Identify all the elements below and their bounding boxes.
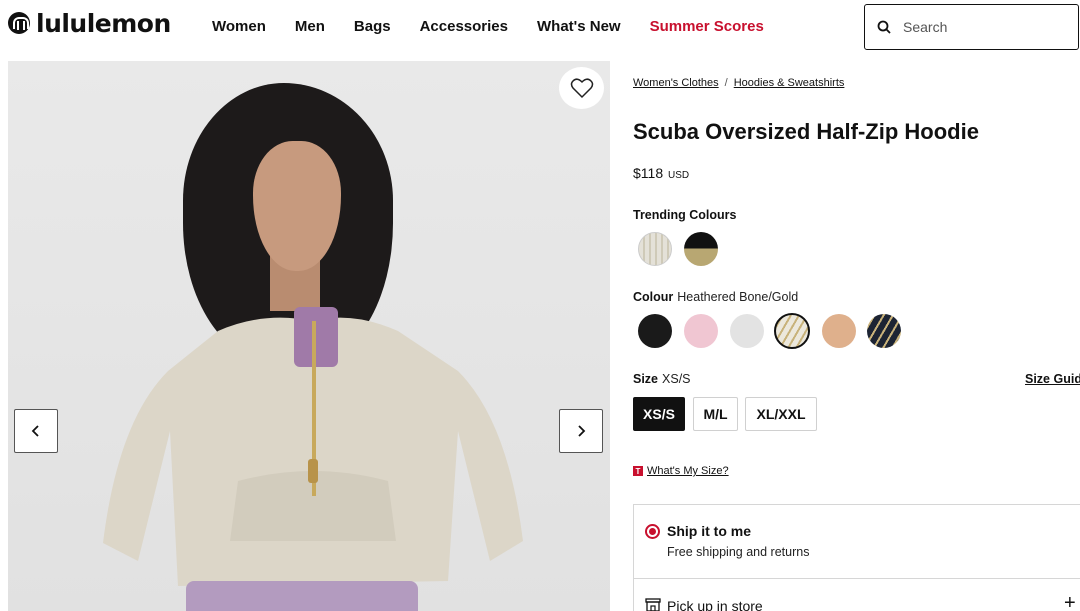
colour-swatch-navy[interactable] xyxy=(867,314,901,348)
heart-icon xyxy=(570,78,593,99)
search-input[interactable] xyxy=(903,19,1063,35)
nav-accessories[interactable]: Accessories xyxy=(420,18,508,35)
lululemon-logo-icon xyxy=(8,12,30,34)
wishlist-button[interactable] xyxy=(559,67,604,109)
next-image-button[interactable] xyxy=(559,409,603,453)
nav-women[interactable]: Women xyxy=(212,18,266,35)
whats-my-size: T What's My Size? xyxy=(633,465,729,477)
colour-swatch-grey[interactable] xyxy=(730,314,764,348)
colour-swatch-black[interactable] xyxy=(638,314,672,348)
size-guide-link[interactable]: Size Guid xyxy=(1025,372,1080,386)
pickup-option[interactable]: Pick up in store + xyxy=(633,578,1080,611)
trending-colours-label: Trending Colours xyxy=(633,208,737,222)
size-xs-s-button[interactable]: XS/S xyxy=(633,397,685,431)
size-value: XS/S xyxy=(662,372,691,386)
colour-swatch-tan[interactable] xyxy=(822,314,856,348)
ship-title: Ship it to me xyxy=(667,523,751,539)
search-box[interactable] xyxy=(864,4,1079,50)
nav-bags[interactable]: Bags xyxy=(354,18,391,35)
breadcrumb-womens-clothes[interactable]: Women's Clothes xyxy=(633,77,719,89)
pickup-title: Pick up in store xyxy=(667,598,763,611)
size-label: Size XS/S xyxy=(633,372,691,386)
size-m-l-button[interactable]: M/L xyxy=(693,397,738,431)
trending-swatch[interactable] xyxy=(684,232,718,266)
chevron-left-icon xyxy=(31,425,39,437)
logo[interactable]: lululemon xyxy=(8,8,171,38)
product-image xyxy=(8,61,610,611)
breadcrumb: Women's Clothes / Hoodies & Sweatshirts xyxy=(633,77,845,89)
size-tool-icon: T xyxy=(633,466,643,476)
breadcrumb-hoodies[interactable]: Hoodies & Sweatshirts xyxy=(734,77,845,89)
whats-my-size-link[interactable]: What's My Size? xyxy=(647,465,729,477)
chevron-right-icon xyxy=(578,425,586,437)
nav-whats-new[interactable]: What's New xyxy=(537,18,621,35)
colour-swatch-pink[interactable] xyxy=(684,314,718,348)
colour-swatch-bone-gold[interactable] xyxy=(774,313,810,349)
site-header: lululemon Women Men Bags Accessories Wha… xyxy=(0,0,1080,57)
product-details: Women's Clothes / Hoodies & Sweatshirts Sc… xyxy=(633,60,1080,611)
colour-value: Heathered Bone/Gold xyxy=(677,290,799,304)
ship-subtitle: Free shipping and returns xyxy=(667,545,810,559)
store-icon xyxy=(645,598,661,611)
main-nav: Women Men Bags Accessories What's New Su… xyxy=(212,18,793,35)
trending-swatch[interactable] xyxy=(638,232,672,266)
colour-label: Colour Heathered Bone/Gold xyxy=(633,290,799,304)
search-icon xyxy=(877,20,891,34)
logo-text: lululemon xyxy=(36,8,171,38)
ship-radio[interactable] xyxy=(645,524,660,539)
nav-men[interactable]: Men xyxy=(295,18,325,35)
product-title: Scuba Oversized Half-Zip Hoodie xyxy=(633,119,979,144)
nav-summer-scores[interactable]: Summer Scores xyxy=(650,18,764,35)
size-xl-xxl-button[interactable]: XL/XXL xyxy=(745,397,817,431)
ship-option[interactable]: Ship it to me Free shipping and returns xyxy=(633,504,1080,579)
expand-plus-icon[interactable]: + xyxy=(1064,592,1076,611)
prev-image-button[interactable] xyxy=(14,409,58,453)
product-price: $118 USD xyxy=(633,165,690,181)
